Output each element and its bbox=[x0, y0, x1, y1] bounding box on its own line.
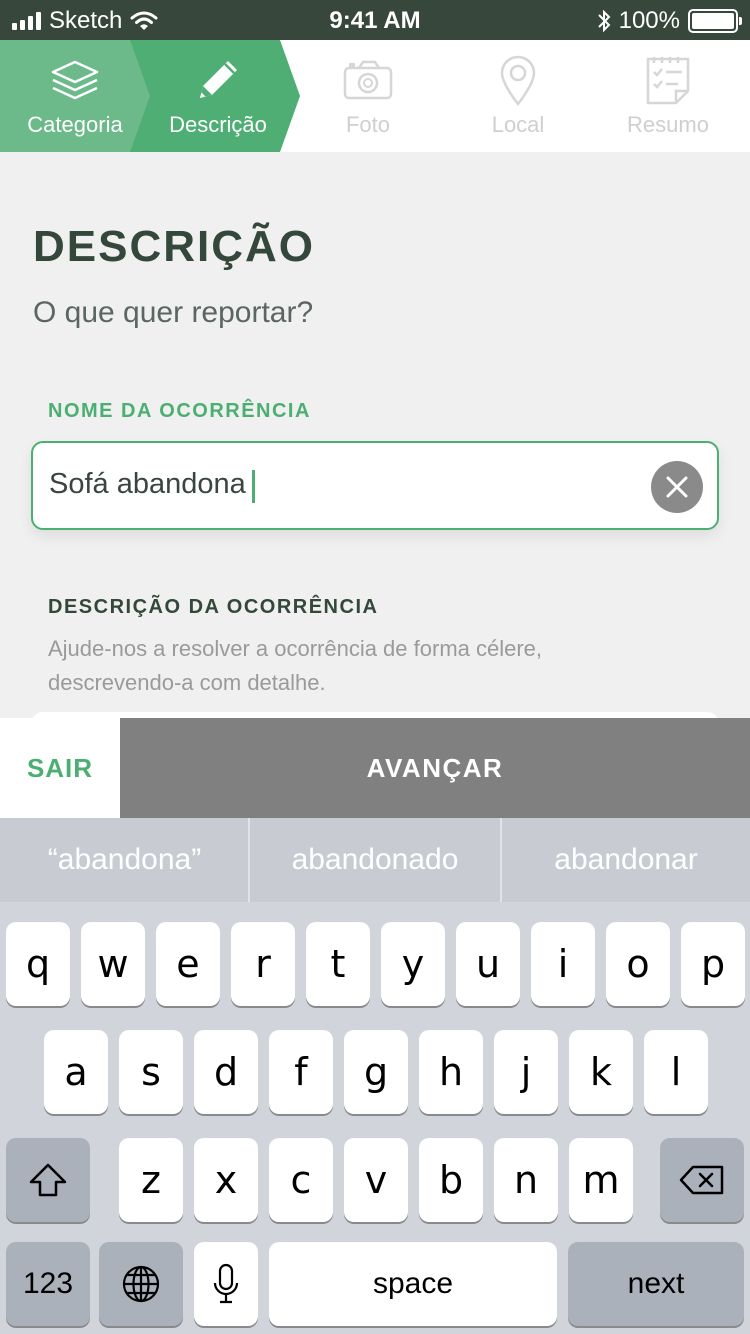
step-label: Foto bbox=[345, 112, 391, 137]
form-content: DESCRIÇÃO O que quer reportar? NOME DA O… bbox=[0, 152, 750, 718]
status-bar: Sketch 9:41 AM 100% bbox=[0, 0, 750, 40]
name-input[interactable]: Sofá abandona bbox=[31, 441, 719, 530]
description-field-label: DESCRIÇÃO DA OCORRÊNCIA bbox=[48, 596, 379, 618]
layers-icon bbox=[51, 60, 99, 100]
key-l[interactable]: l bbox=[644, 1030, 708, 1114]
key-c[interactable]: c bbox=[269, 1138, 333, 1222]
page-subtitle: O que quer reportar? bbox=[33, 296, 314, 329]
step-resumo[interactable]: Resumo bbox=[593, 40, 743, 152]
key-i[interactable]: i bbox=[531, 922, 595, 1006]
step-categoria[interactable]: Categoria bbox=[0, 40, 150, 152]
progress-stepper: Categoria Descrição Foto Local Resumo bbox=[0, 40, 750, 152]
suggestion-item[interactable]: abandonado bbox=[250, 818, 500, 902]
key-s[interactable]: s bbox=[119, 1030, 183, 1114]
key-t[interactable]: t bbox=[306, 922, 370, 1006]
key-d[interactable]: d bbox=[194, 1030, 258, 1114]
name-field-label: NOME DA OCORRÊNCIA bbox=[48, 400, 311, 422]
key-g[interactable]: g bbox=[344, 1030, 408, 1114]
step-local[interactable]: Local bbox=[443, 40, 593, 152]
close-icon bbox=[666, 476, 688, 498]
shift-icon bbox=[29, 1163, 67, 1197]
key-w[interactable]: w bbox=[81, 922, 145, 1006]
globe-icon bbox=[122, 1265, 160, 1303]
step-label: Local bbox=[491, 112, 545, 137]
battery-percent: 100% bbox=[618, 7, 680, 34]
suggestion-item[interactable]: abandonar bbox=[502, 818, 750, 902]
key-v[interactable]: v bbox=[344, 1138, 408, 1222]
step-foto[interactable]: Foto bbox=[293, 40, 443, 152]
key-b[interactable]: b bbox=[419, 1138, 483, 1222]
dictation-key[interactable] bbox=[194, 1242, 258, 1326]
exit-button[interactable]: SAIR bbox=[0, 718, 120, 818]
clear-input-button[interactable] bbox=[651, 461, 703, 513]
key-m[interactable]: m bbox=[569, 1138, 633, 1222]
key-u[interactable]: u bbox=[456, 922, 520, 1006]
backspace-icon bbox=[679, 1165, 724, 1195]
key-j[interactable]: j bbox=[494, 1030, 558, 1114]
step-label: Resumo bbox=[627, 112, 709, 137]
shift-key[interactable] bbox=[6, 1138, 90, 1222]
map-pin-icon bbox=[500, 55, 536, 106]
microphone-icon bbox=[213, 1263, 239, 1304]
step-descricao[interactable]: Descrição bbox=[143, 40, 293, 152]
globe-key[interactable] bbox=[99, 1242, 183, 1326]
next-key[interactable]: next bbox=[568, 1242, 744, 1326]
status-right: 100% bbox=[597, 7, 742, 35]
battery-icon bbox=[688, 9, 742, 33]
step-label: Descrição bbox=[169, 112, 267, 137]
camera-icon bbox=[343, 60, 393, 100]
key-n[interactable]: n bbox=[494, 1138, 558, 1222]
key-f[interactable]: f bbox=[269, 1030, 333, 1114]
text-caret bbox=[252, 470, 255, 503]
step-label: Categoria bbox=[27, 112, 123, 137]
bluetooth-icon bbox=[597, 9, 611, 33]
key-e[interactable]: e bbox=[156, 922, 220, 1006]
action-bar: SAIR AVANÇAR bbox=[0, 718, 750, 818]
key-h[interactable]: h bbox=[419, 1030, 483, 1114]
space-key[interactable]: space bbox=[269, 1242, 557, 1326]
checklist-icon bbox=[646, 57, 690, 105]
key-a[interactable]: a bbox=[44, 1030, 108, 1114]
page-title: DESCRIÇÃO bbox=[33, 222, 316, 271]
pencil-icon bbox=[200, 61, 237, 98]
next-button[interactable]: AVANÇAR bbox=[120, 718, 750, 818]
delete-key[interactable] bbox=[660, 1138, 744, 1222]
key-y[interactable]: y bbox=[381, 922, 445, 1006]
key-k[interactable]: k bbox=[569, 1030, 633, 1114]
keyboard: “abandona” abandonado abandonar q w e r … bbox=[0, 818, 750, 1334]
key-o[interactable]: o bbox=[606, 922, 670, 1006]
suggestion-bar: “abandona” abandonado abandonar bbox=[0, 818, 750, 902]
name-input-value: Sofá abandona bbox=[49, 468, 246, 500]
numbers-key[interactable]: 123 bbox=[6, 1242, 90, 1326]
key-q[interactable]: q bbox=[6, 922, 70, 1006]
key-p[interactable]: p bbox=[681, 922, 745, 1006]
key-x[interactable]: x bbox=[194, 1138, 258, 1222]
description-help-text: Ajude-nos a resolver a ocorrência de for… bbox=[48, 636, 543, 695]
suggestion-item[interactable]: “abandona” bbox=[0, 818, 249, 902]
key-z[interactable]: z bbox=[119, 1138, 183, 1222]
key-r[interactable]: r bbox=[231, 922, 295, 1006]
